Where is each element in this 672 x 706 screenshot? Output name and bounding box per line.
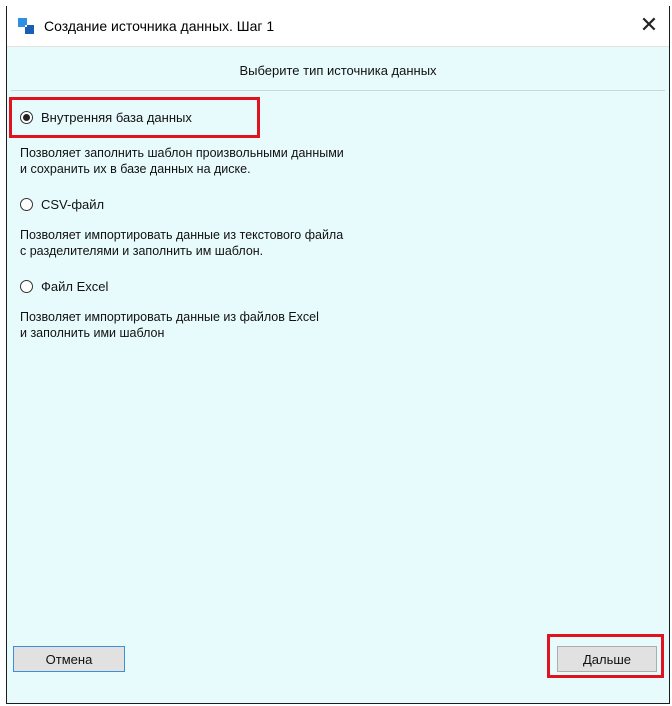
option-csv-label: CSV-файл xyxy=(41,196,105,212)
section-heading: Выберите тип источника данных xyxy=(239,63,437,78)
next-button[interactable]: Дальше xyxy=(557,646,657,672)
radio-csv[interactable] xyxy=(20,197,33,211)
desc-line: и заполнить ими шаблон xyxy=(20,326,165,340)
close-button[interactable]: ✕ xyxy=(629,6,669,46)
data-source-dialog: Создание источника данных. Шаг 1 ✕ Выбер… xyxy=(6,6,670,704)
cancel-button-label: Отмена xyxy=(45,651,93,667)
title-bar: Создание источника данных. Шаг 1 ✕ xyxy=(7,6,669,47)
window-title: Создание источника данных. Шаг 1 xyxy=(44,18,275,34)
desc-line: с разделителями и заполнить им шаблон. xyxy=(20,244,264,258)
highlight-internal-db xyxy=(9,97,260,138)
option-csv[interactable]: CSV-файл xyxy=(20,194,104,214)
option-excel-label: Файл Excel xyxy=(41,278,109,294)
option-csv-description: Позволяет импортировать данные из тексто… xyxy=(20,227,343,259)
desc-line: Позволяет заполнить шаблон произвольными… xyxy=(20,146,344,160)
cancel-button[interactable]: Отмена xyxy=(13,646,125,672)
desc-line: Позволяет импортировать данные из файлов… xyxy=(20,310,319,324)
desc-line: и сохранить их в базе данных на диске. xyxy=(20,162,251,176)
option-excel[interactable]: Файл Excel xyxy=(20,276,108,296)
header-divider xyxy=(11,90,665,91)
radio-excel[interactable] xyxy=(20,279,33,293)
option-internal-db-description: Позволяет заполнить шаблон произвольными… xyxy=(20,145,344,177)
option-excel-description: Позволяет импортировать данные из файлов… xyxy=(20,309,319,341)
desc-line: Позволяет импортировать данные из тексто… xyxy=(20,228,344,242)
app-logo-icon xyxy=(18,18,34,34)
next-button-label: Дальше xyxy=(582,651,632,667)
close-icon: ✕ xyxy=(639,13,659,38)
